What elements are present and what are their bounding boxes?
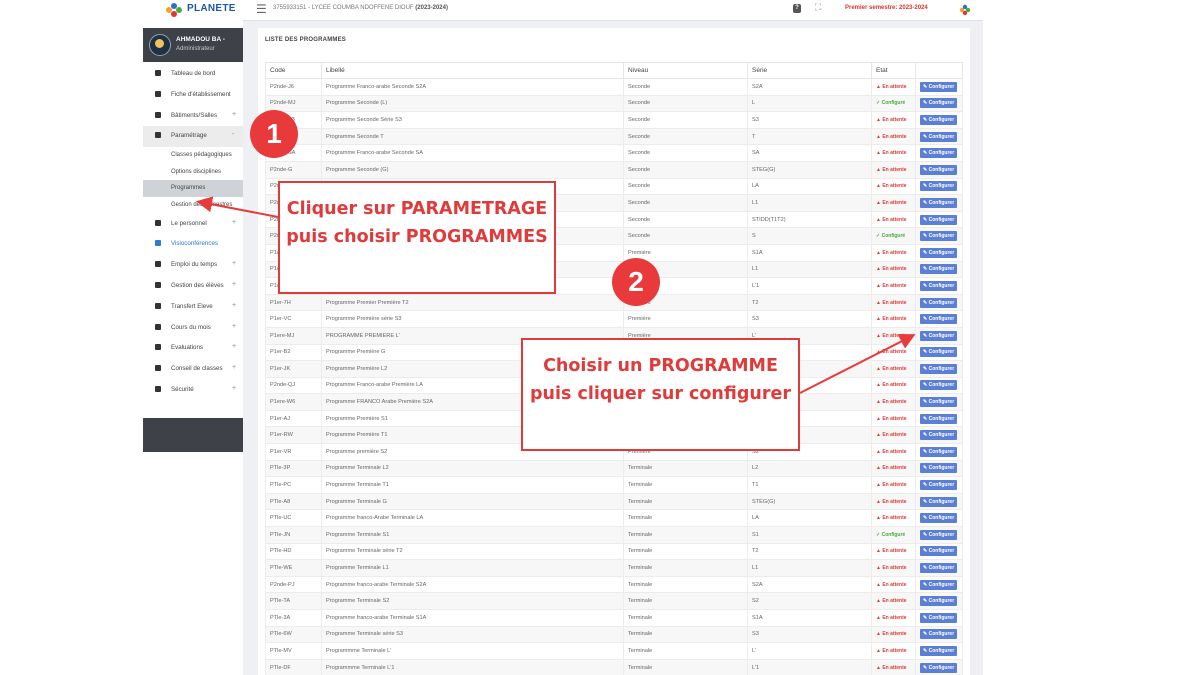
step-2-callout: Choisir un PROGRAMME puis cliquer sur co…	[521, 338, 800, 451]
arrow-to-configure	[799, 334, 916, 394]
step-1-callout: Cliquer sur PARAMETRAGE puis choisir PRO…	[278, 181, 556, 294]
step-2-badge: 2	[612, 258, 660, 306]
arrow-to-programmes	[196, 196, 279, 218]
step-1-badge: 1	[250, 110, 298, 158]
